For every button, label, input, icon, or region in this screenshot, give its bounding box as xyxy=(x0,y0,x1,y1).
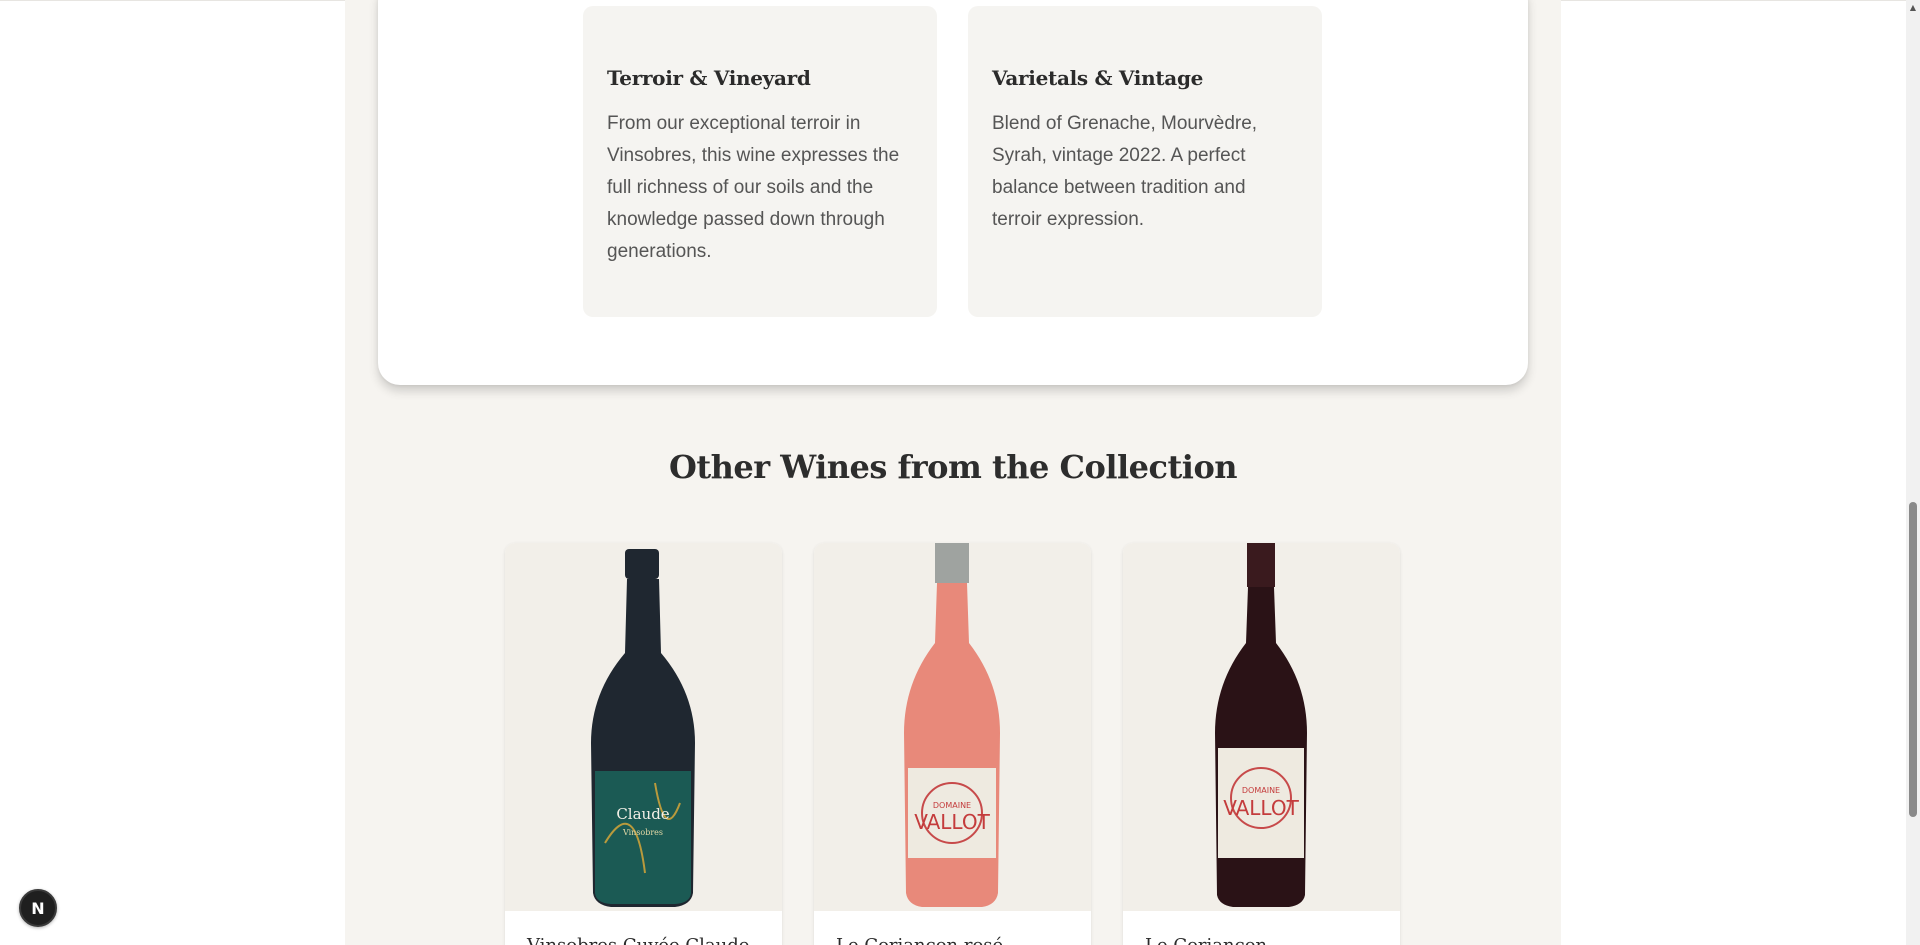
scrollbar-thumb[interactable] xyxy=(1909,502,1917,817)
bottle-rose-illustration: DOMAINE VALLOT xyxy=(904,543,1000,907)
label-subname: Vinsobres xyxy=(622,828,663,837)
wine-image[interactable]: DOMAINE VALLOT xyxy=(814,543,1091,911)
bottle-capsule xyxy=(1247,543,1275,587)
wine-name[interactable]: Le Coriançon xyxy=(1145,935,1267,945)
wine-image[interactable]: DOMAINE VALLOT xyxy=(1123,543,1400,911)
wine-name[interactable]: Vinsobres Cuvée Claude xyxy=(527,935,749,945)
page: Terroir & Vineyard From our exceptional … xyxy=(0,0,1920,945)
bottle-body xyxy=(904,583,1000,907)
terroir-card: Terroir & Vineyard From our exceptional … xyxy=(583,6,937,317)
bottle-capsule xyxy=(935,543,969,583)
label-domaine: DOMAINE xyxy=(1242,786,1280,795)
wine-card-claude[interactable]: Claude Vinsobres Vinsobres Cuvée Claude xyxy=(505,543,782,945)
wine-card-coriancon[interactable]: DOMAINE VALLOT Le Coriançon xyxy=(1123,543,1400,945)
bottle-claude-illustration: Claude Vinsobres xyxy=(591,549,695,907)
bottle-body xyxy=(1215,587,1307,907)
wine-card-coriancon-rose[interactable]: DOMAINE VALLOT Le Coriançon rosé xyxy=(814,543,1091,945)
wine-details-panel: Terroir & Vineyard From our exceptional … xyxy=(378,0,1528,385)
label-name: Claude xyxy=(616,805,669,823)
varietals-text: Blend of Grenache, Mourvèdre, Syrah, vin… xyxy=(992,113,1258,230)
wine-name[interactable]: Le Coriançon rosé xyxy=(836,935,1003,945)
label-vallot: VALLOT xyxy=(1223,796,1299,820)
terroir-text: From our exceptional terroir in Vinsobre… xyxy=(607,113,900,262)
label-domaine: DOMAINE xyxy=(933,801,971,810)
varietals-title: Varietals & Vintage xyxy=(992,66,1204,90)
wine-image[interactable]: Claude Vinsobres xyxy=(505,543,782,911)
collection-title: Other Wines from the Collection xyxy=(668,448,1238,486)
dev-tools-badge[interactable]: N xyxy=(19,889,57,927)
bottle-red-illustration: DOMAINE VALLOT xyxy=(1215,543,1307,907)
terroir-title: Terroir & Vineyard xyxy=(607,66,811,90)
bottle-capsule xyxy=(625,549,659,579)
label-vallot: VALLOT xyxy=(914,810,990,834)
varietals-card: Varietals & Vintage Blend of Grenache, M… xyxy=(968,6,1322,317)
scroll-up-arrow-icon[interactable]: ▲ xyxy=(1906,0,1920,14)
